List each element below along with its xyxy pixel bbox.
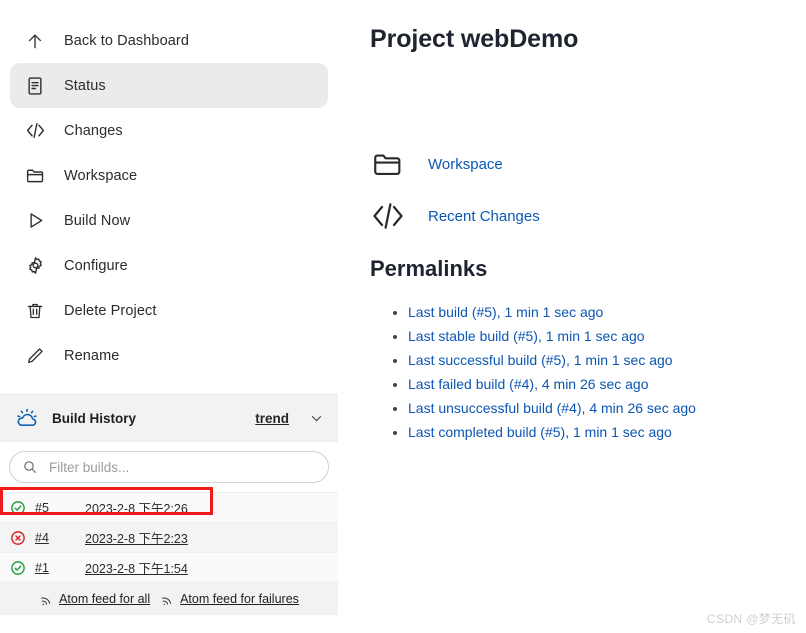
list-item: Last stable build (#5), 1 min 1 sec ago <box>408 328 788 346</box>
shortcut-workspace[interactable]: Workspace <box>370 138 788 190</box>
sidebar-item-configure[interactable]: Configure <box>10 243 328 288</box>
build-row[interactable]: #5 2023-2-8 下午2:26 <box>0 492 338 522</box>
permalink-last-unsuccessful-build[interactable]: Last unsuccessful build (#4), 4 min 26 s… <box>408 400 696 416</box>
atom-feed-failures-label: Atom feed for failures <box>180 592 299 606</box>
sidebar-item-label: Build Now <box>64 212 131 229</box>
sidebar-item-build-now[interactable]: Build Now <box>10 198 328 243</box>
build-history-title: Build History <box>52 411 137 426</box>
shortcut-recent-changes[interactable]: Recent Changes <box>370 190 788 242</box>
build-history-panel: Build History trend Filter builds... #5 … <box>0 394 338 615</box>
code-brackets-icon <box>24 120 46 142</box>
build-history-header: Build History trend <box>0 395 338 442</box>
filter-builds-box[interactable] <box>9 451 329 483</box>
sidebar-task-list: Back to Dashboard Status Changes Workspa… <box>0 0 338 378</box>
arrow-up-icon <box>24 30 46 52</box>
atom-feed-failures-link[interactable]: Atom feed for failures <box>160 592 299 607</box>
trend-link[interactable]: trend <box>255 411 289 426</box>
build-number-link[interactable]: #1 <box>27 561 85 575</box>
folder-icon <box>370 146 406 182</box>
search-icon <box>22 459 38 475</box>
code-brackets-icon <box>370 198 406 234</box>
sidebar-item-label: Configure <box>64 257 128 274</box>
permalink-last-failed-build[interactable]: Last failed build (#4), 4 min 26 sec ago <box>408 376 648 392</box>
sidebar-item-status[interactable]: Status <box>10 63 328 108</box>
page-title: Project webDemo <box>370 25 579 53</box>
list-item: Last completed build (#5), 1 min 1 sec a… <box>408 424 788 442</box>
rss-icon <box>39 592 54 607</box>
atom-feed-all-link[interactable]: Atom feed for all <box>39 592 150 607</box>
permalink-last-successful-build[interactable]: Last successful build (#5), 1 min 1 sec … <box>408 352 673 368</box>
build-history-footer: Atom feed for all Atom feed for failures <box>0 582 338 615</box>
weather-cloud-icon <box>14 406 40 432</box>
sidebar-item-workspace[interactable]: Workspace <box>10 153 328 198</box>
sidebar-item-label: Status <box>64 77 106 94</box>
project-shortcuts: Workspace Recent Changes <box>370 138 788 242</box>
permalink-last-build[interactable]: Last build (#5), 1 min 1 sec ago <box>408 304 603 320</box>
status-success-icon <box>9 559 27 577</box>
build-time-link[interactable]: 2023-2-8 下午2:23 <box>85 528 188 547</box>
atom-feed-all-label: Atom feed for all <box>59 592 151 606</box>
sidebar-item-label: Back to Dashboard <box>64 32 190 49</box>
gear-icon <box>24 255 46 277</box>
filter-builds-input[interactable] <box>47 458 316 476</box>
permalink-last-completed-build[interactable]: Last completed build (#5), 1 min 1 sec a… <box>408 424 672 440</box>
status-success-icon <box>9 499 27 517</box>
watermark: CSDN @梦无矶 <box>706 612 796 626</box>
shortcut-label[interactable]: Recent Changes <box>428 208 540 225</box>
chevron-down-icon[interactable] <box>309 411 324 426</box>
sidebar-item-label: Rename <box>64 347 120 364</box>
build-row[interactable]: #1 2023-2-8 下午1:54 <box>0 552 338 582</box>
permalinks-heading: Permalinks <box>370 256 488 281</box>
sidebar-item-label: Changes <box>64 122 123 139</box>
build-history-list: #5 2023-2-8 下午2:26 #4 2023-2-8 下午2:23 #1… <box>0 492 338 582</box>
sidebar-item-rename[interactable]: Rename <box>10 333 328 378</box>
sidebar-item-label: Delete Project <box>64 302 157 319</box>
build-number-link[interactable]: #4 <box>27 531 85 545</box>
sidebar-item-changes[interactable]: Changes <box>10 108 328 153</box>
list-item: Last build (#5), 1 min 1 sec ago <box>408 304 788 322</box>
build-row[interactable]: #4 2023-2-8 下午2:23 <box>0 522 338 552</box>
play-icon <box>24 210 46 232</box>
sidebar-item-label: Workspace <box>64 167 138 184</box>
filter-builds-wrapper <box>0 442 338 492</box>
list-item: Last successful build (#5), 1 min 1 sec … <box>408 352 788 370</box>
main-content: Project webDemo Workspace Recent Changes… <box>338 0 806 633</box>
build-time-link[interactable]: 2023-2-8 下午1:54 <box>85 558 188 577</box>
folder-icon <box>24 165 46 187</box>
shortcut-label[interactable]: Workspace <box>428 156 503 173</box>
trash-icon <box>24 300 46 322</box>
permalink-last-stable-build[interactable]: Last stable build (#5), 1 min 1 sec ago <box>408 328 645 344</box>
pencil-icon <box>24 345 46 367</box>
build-number-link[interactable]: #5 <box>27 501 85 515</box>
sidebar: Back to Dashboard Status Changes Workspa… <box>0 0 338 633</box>
sidebar-item-delete-project[interactable]: Delete Project <box>10 288 328 333</box>
status-failure-icon <box>9 529 27 547</box>
build-time-link[interactable]: 2023-2-8 下午2:26 <box>85 498 188 517</box>
sidebar-item-back-to-dashboard[interactable]: Back to Dashboard <box>10 18 328 63</box>
permalinks-list: Last build (#5), 1 min 1 sec ago Last st… <box>370 304 788 442</box>
list-item: Last failed build (#4), 4 min 26 sec ago <box>408 376 788 394</box>
list-item: Last unsuccessful build (#4), 4 min 26 s… <box>408 400 788 418</box>
document-icon <box>24 75 46 97</box>
rss-icon <box>160 592 175 607</box>
jenkins-project-page: Back to Dashboard Status Changes Workspa… <box>0 0 806 633</box>
